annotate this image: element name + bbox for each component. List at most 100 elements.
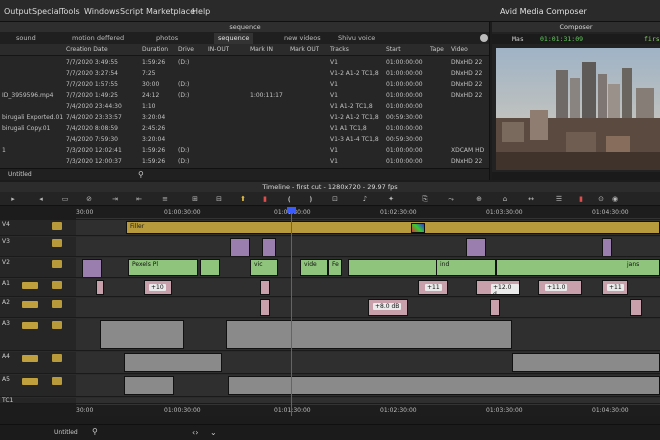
patch-icon[interactable] [22,355,38,362]
search-icon[interactable]: ⚲ [92,427,98,436]
composer-extra[interactable]: firs [644,34,660,44]
video-clip[interactable]: Fe [328,259,342,276]
track-lane-v2[interactable]: Pexels Pl vic vide Fe ind jans [76,258,660,278]
video-frame[interactable] [496,48,660,170]
track-lane-a1[interactable]: +10 +11 +12.0 d +11.0 +11 [76,279,660,297]
composer-mode[interactable]: Mas [512,34,524,44]
menu-windows[interactable]: Windows [84,0,120,22]
tab-shivu-voice[interactable]: Shivu voice [338,33,375,44]
tab-motion-deffered[interactable]: motion deffered [72,33,124,44]
menu-special[interactable]: Special [32,0,61,22]
col-duration[interactable]: Duration [142,46,168,53]
tab-photos[interactable]: photos [156,33,178,44]
audio-clip[interactable] [124,376,174,395]
snap-icon[interactable]: ⌂ [500,194,510,204]
bin-row[interactable]: birugali Exported.01 7/4/2020 23:33:57 3:2… [0,113,489,123]
bin-row[interactable]: birugali Copy.01 7/4/2020 8:08:59 2:45:26 V… [0,124,489,134]
bin-row[interactable]: 7/4/2020 7:59:30 3:20:04 V1-3 A1-4 TC1,8 00… [0,135,489,145]
status-label[interactable]: Untitled [54,429,78,436]
bin-row[interactable]: 7/7/2020 3:49:55 1:59:26 (D:) V1 01:00:00:00… [0,58,489,68]
track-header-v2[interactable]: V2 [0,258,76,278]
track-header-a5[interactable]: A5 [0,375,76,397]
bin-row[interactable]: 1 7/3/2020 12:02:41 1:59:26 (D:) V1 01:00:00:… [0,146,489,156]
timeline-ruler-bottom[interactable]: 30:00 01:00:30:00 01:01:30:00 01:02:30:0… [76,404,660,416]
audio-icon[interactable]: ♪ [360,194,370,204]
audio-clip[interactable]: +11.0 [538,280,582,295]
col-tracks[interactable]: Tracks [330,46,349,53]
track-lane-a5[interactable] [76,375,660,397]
track-lane-a2[interactable]: +8.0 dB [76,298,660,318]
bin-row[interactable]: ID_3959596.mp4 7/7/2020 1:49:25 24:12 (D:) 1… [0,91,489,101]
video-clip[interactable]: ind [436,259,496,276]
slip-icon[interactable]: ↔ [526,194,536,204]
track-header-tc1[interactable]: TC1 [0,397,76,404]
bin-footer-label[interactable]: Untitled [8,171,32,178]
filler-clip[interactable]: Filler [126,221,660,234]
col-mark-in[interactable]: Mark IN [250,46,273,53]
tab-sequence[interactable]: sequence [214,33,254,44]
track-lane-a4[interactable] [76,352,660,374]
video-clip[interactable]: jans [496,259,660,276]
bin-row[interactable]: 7/3/2020 12:00:37 1:59:26 (D:) V1 01:00:00:0… [0,157,489,167]
track-lane-v3[interactable] [76,237,660,257]
audio-clip[interactable]: +12.0 d [476,280,520,295]
track-select-icon[interactable] [52,300,62,308]
col-tape[interactable]: Tape [430,46,444,53]
track-select-icon[interactable] [52,222,62,230]
video-clip[interactable] [602,238,612,256]
col-video[interactable]: Video [451,46,468,53]
patch-icon[interactable] [22,301,38,308]
render-icon[interactable]: ⎘ [420,194,430,204]
menu-arrow-icon[interactable]: ⌄ [210,428,217,437]
video-clip[interactable] [200,259,220,276]
video-clip[interactable] [230,238,250,256]
track-header-v4[interactable]: V4 [0,220,76,236]
track-select-icon[interactable] [52,260,62,268]
menu-help[interactable]: Help [192,0,210,22]
bin-menu-icon[interactable] [480,34,488,42]
track-header-v3[interactable]: V3 [0,237,76,257]
arrows-icon[interactable]: ‹› [192,428,198,437]
zoom-icon[interactable]: ⊕ [474,194,484,204]
col-drive[interactable]: Drive [178,46,194,53]
audio-clip[interactable]: +8.0 dB [368,299,408,316]
video-clip[interactable] [466,238,486,256]
track-header-a4[interactable]: A4 [0,352,76,374]
audio-clip[interactable]: +11 [602,280,628,295]
mark-out-icon[interactable]: ⟬ [284,194,294,204]
play-icon[interactable]: ▸ [8,194,18,204]
menu-output[interactable]: Output [4,0,32,22]
track-header-a3[interactable]: A3 [0,319,76,351]
track-lane-v4[interactable]: Filler [76,220,660,236]
menu-marketplace[interactable]: Marketplace [146,0,195,22]
splice-icon[interactable]: ⇥ [110,194,120,204]
audio-clip[interactable] [260,299,270,316]
step-back-icon[interactable]: ◂ [36,194,46,204]
video-clip[interactable]: vide [300,259,328,276]
extract-icon[interactable]: ⊟ [214,194,224,204]
menu-tools[interactable]: Tools [60,0,80,22]
track-header-a1[interactable]: A1 [0,279,76,297]
settings-icon[interactable]: ◉ [610,194,620,204]
track-header-a2[interactable]: A2 [0,298,76,318]
bin-row[interactable]: 7/7/2020 3:27:54 7:25 V1-2 A1-2 TC1,8 01:00… [0,69,489,79]
video-clip[interactable] [82,259,102,277]
clear-marks-icon[interactable]: ⟭ [306,194,316,204]
bin-row[interactable]: 7/7/2020 1:57:55 30:00 (D:) V1 01:00:00:00 DN… [0,80,489,90]
col-creation-date[interactable]: Creation Date [66,46,108,53]
lift-icon[interactable]: ▭ [60,194,70,204]
search-icon[interactable]: ⚲ [138,170,144,179]
col-mark-out[interactable]: Mark OUT [290,46,319,53]
video-clip[interactable] [262,238,276,256]
timeline-ruler[interactable]: 30:00 01:00:30:00 01:01:30:00 01:02:30:0… [76,207,660,219]
menu-script[interactable]: Script [120,0,143,22]
audio-clip[interactable] [260,280,270,295]
patch-icon[interactable] [22,378,38,385]
track-select-icon[interactable] [52,321,62,329]
track-select-icon[interactable] [52,239,62,247]
audio-clip[interactable] [228,376,660,395]
bin-row[interactable]: 7/4/2020 23:44:30 1:10 V1 A1-2 TC1,8 01:00:… [0,102,489,112]
col-start[interactable]: Start [386,46,401,53]
track-select-icon[interactable] [52,354,62,362]
patch-icon[interactable] [22,282,38,289]
